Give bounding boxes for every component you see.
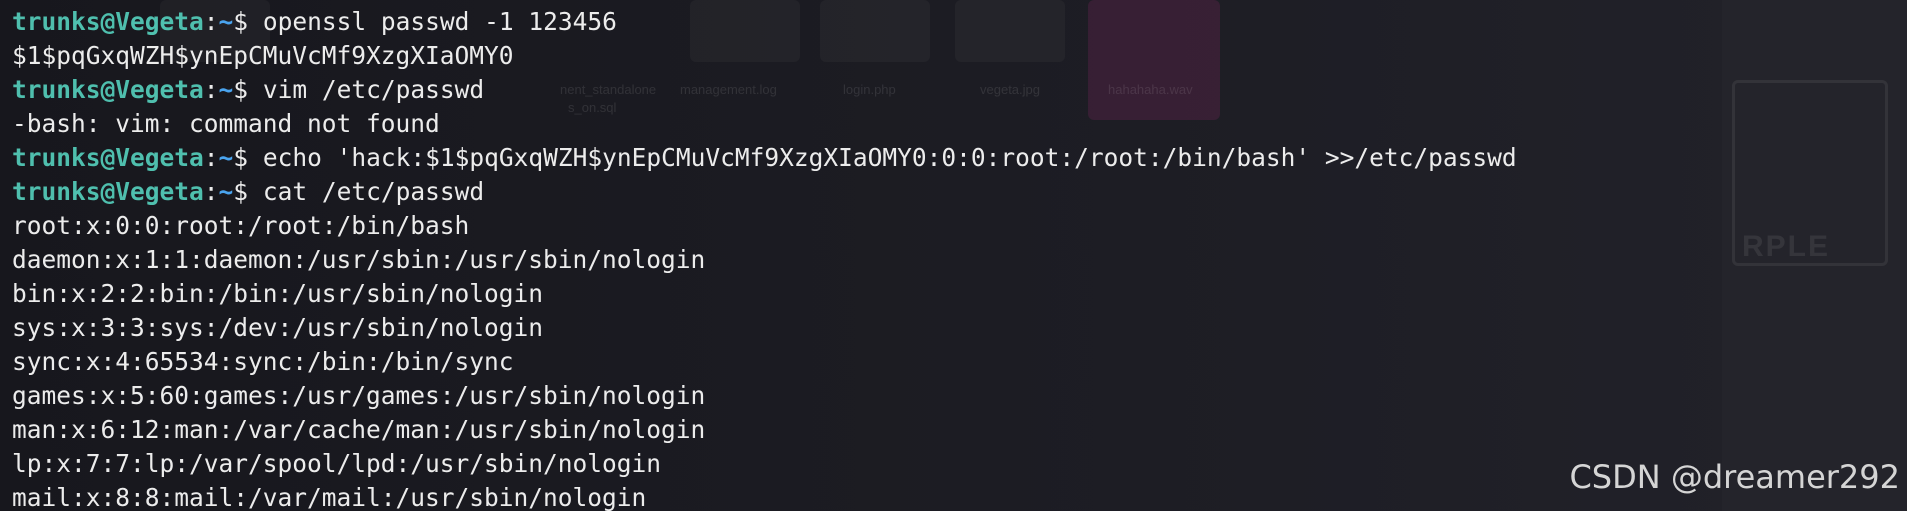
prompt-symbol: $ [233, 143, 263, 172]
desktop-wallpaper-panel: RPLE [1722, 0, 1907, 511]
command-text: openssl passwd -1 123456 [262, 7, 617, 36]
output-line: mail:x:8:8:mail:/var/mail:/usr/sbin/nolo… [12, 483, 647, 511]
prompt-user-host: trunks@Vegeta [12, 75, 204, 104]
terminal-output: trunks@Vegeta:~$ openssl passwd -1 12345… [12, 5, 1517, 511]
command-text: cat /etc/passwd [262, 177, 485, 206]
terminal-window[interactable]: nent_standalone s_on.sql management.log … [0, 0, 1907, 511]
prompt-line: trunks@Vegeta:~$ openssl passwd -1 12345… [12, 5, 1517, 39]
prompt-symbol: $ [233, 177, 263, 206]
prompt-line: trunks@Vegeta:~$ vim /etc/passwd [12, 73, 1517, 107]
prompt-line: trunks@Vegeta:~$ echo 'hack:$1$pqGxqWZH$… [12, 141, 1517, 175]
output-line: root:x:0:0:root:/root:/bin/bash [12, 211, 470, 240]
prompt-separator: : [203, 143, 219, 172]
prompt-cwd: ~ [218, 143, 234, 172]
output-line: daemon:x:1:1:daemon:/usr/sbin:/usr/sbin/… [12, 245, 706, 274]
prompt-user-host: trunks@Vegeta [12, 177, 204, 206]
prompt-line: trunks@Vegeta:~$ cat /etc/passwd [12, 175, 1517, 209]
output-line: sys:x:3:3:sys:/dev:/usr/sbin/nologin [12, 313, 544, 342]
prompt-separator: : [203, 7, 219, 36]
output-line: man:x:6:12:man:/var/cache/man:/usr/sbin/… [12, 415, 706, 444]
output-line: sync:x:4:65534:sync:/bin:/bin/sync [12, 347, 514, 376]
prompt-separator: : [203, 177, 219, 206]
prompt-cwd: ~ [218, 7, 234, 36]
command-text: echo 'hack:$1$pqGxqWZH$ynEpCMuVcMf9XzgXI… [262, 143, 1517, 172]
command-text: vim /etc/passwd [262, 75, 485, 104]
output-line: $1$pqGxqWZH$ynEpCMuVcMf9XzgXIaOMY0 [12, 41, 514, 70]
wallpaper-text: RPLE [1742, 230, 1831, 263]
prompt-cwd: ~ [218, 177, 234, 206]
output-line: -bash: vim: command not found [12, 109, 440, 138]
prompt-separator: : [203, 75, 219, 104]
prompt-user-host: trunks@Vegeta [12, 7, 204, 36]
prompt-symbol: $ [233, 75, 263, 104]
prompt-user-host: trunks@Vegeta [12, 143, 204, 172]
output-line: games:x:5:60:games:/usr/games:/usr/sbin/… [12, 381, 706, 410]
output-line: lp:x:7:7:lp:/var/spool/lpd:/usr/sbin/nol… [12, 449, 662, 478]
output-line: bin:x:2:2:bin:/bin:/usr/sbin/nologin [12, 279, 544, 308]
prompt-cwd: ~ [218, 75, 234, 104]
watermark: CSDN @dreamer292 [1569, 458, 1900, 496]
prompt-symbol: $ [233, 7, 263, 36]
